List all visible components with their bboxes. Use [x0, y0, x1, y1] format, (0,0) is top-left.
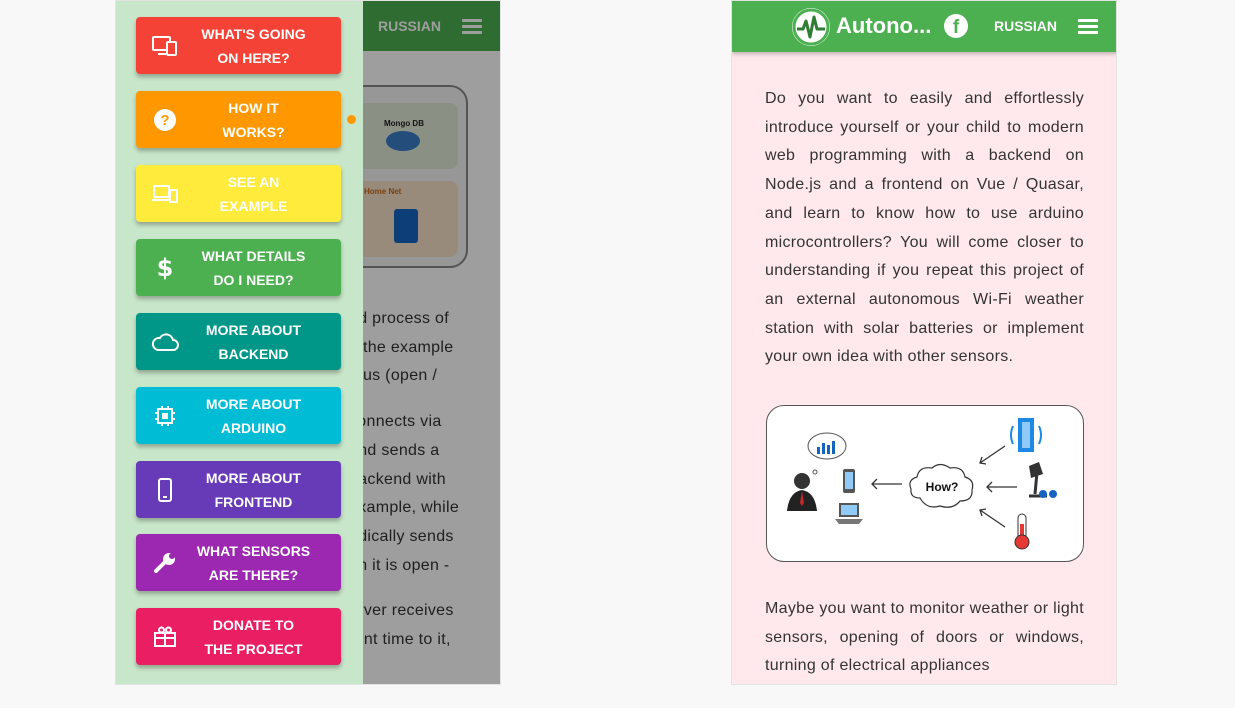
door-sensor-icon — [1010, 418, 1042, 452]
wrench-icon — [136, 534, 194, 591]
cloud-icon — [136, 313, 194, 370]
left-phone-screen: RUSSIAN Mongo DB Home Net ed process of … — [115, 0, 501, 685]
right-phone-screen: Autono... f RUSSIAN Do you want to easil… — [731, 0, 1117, 685]
menu-item-whats-going-on[interactable]: WHAT'S GOING ON HERE? — [136, 17, 341, 74]
menu-item-see-example[interactable]: SEE AN EXAMPLE — [136, 165, 341, 222]
app-logo — [792, 8, 830, 46]
businessman-icon — [787, 473, 817, 511]
cloud-how-icon: How? — [909, 463, 974, 508]
app-header: Autono... f RUSSIAN — [732, 1, 1116, 52]
app-title[interactable]: Autono... — [836, 13, 931, 39]
laptop-icon — [835, 503, 863, 524]
chip-icon — [136, 387, 194, 444]
language-button[interactable]: RUSSIAN — [994, 18, 1057, 34]
svg-text:How?: How? — [926, 480, 959, 494]
active-indicator-dot — [347, 115, 356, 124]
svg-text:?: ? — [160, 112, 169, 129]
phone-icon — [136, 461, 194, 518]
how-it-works-diagram: How? — [766, 405, 1084, 562]
menu-item-how-it-works[interactable]: ? HOW IT WORKS? — [136, 91, 341, 148]
menu-item-details[interactable]: $ WHAT DETAILS DO I NEED? — [136, 239, 341, 296]
facebook-icon[interactable]: f — [944, 14, 968, 38]
menu-item-backend[interactable]: MORE ABOUT BACKEND — [136, 313, 341, 370]
outro-paragraph: Maybe you want to monitor weather or lig… — [765, 600, 1084, 675]
thermometer-icon — [1014, 513, 1030, 550]
smartphone-icon — [843, 469, 855, 493]
gift-icon — [136, 608, 194, 665]
dollar-icon: $ — [156, 253, 174, 282]
menu-icon[interactable] — [1078, 19, 1098, 35]
menu-item-arduino[interactable]: MORE ABOUT ARDUINO — [136, 387, 341, 444]
lamp-icon — [1029, 462, 1057, 498]
menu-item-frontend[interactable]: MORE ABOUT FRONTEND — [136, 461, 341, 518]
navigation-drawer: WHAT'S GOING ON HERE? ? HOW IT WORKS? SEE … — [116, 1, 363, 684]
intro-paragraph: Do you want to easily and effortlessly i… — [765, 90, 1084, 366]
help-circle-icon: ? — [136, 91, 194, 148]
menu-item-donate[interactable]: DONATE TO THE PROJECT — [136, 608, 341, 665]
desktop-icon — [136, 17, 194, 74]
devices-icon — [136, 165, 194, 222]
menu-item-sensors[interactable]: WHAT SENSORS ARE THERE? — [136, 534, 341, 591]
chart-bubble-icon — [807, 432, 847, 475]
